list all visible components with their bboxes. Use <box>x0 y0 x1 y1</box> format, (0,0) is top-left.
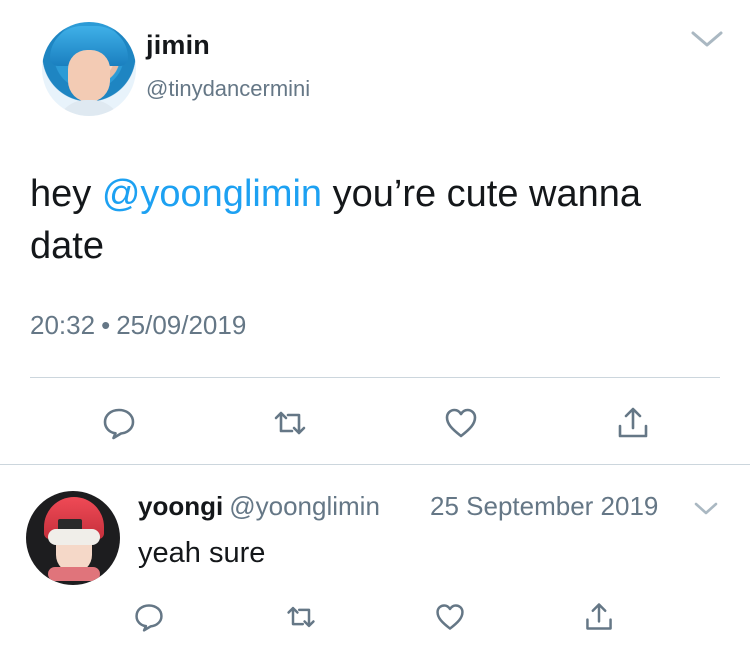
chevron-down-icon[interactable] <box>690 28 724 50</box>
avatar[interactable] <box>42 22 136 116</box>
author-name: yoongi <box>138 491 224 521</box>
reply-tweet[interactable]: yoongi @yoonglimin 25 September 2019 yeah… <box>0 465 750 658</box>
chevron-down-icon[interactable] <box>694 501 718 517</box>
share-icon[interactable] <box>615 405 651 441</box>
meta-separator: • <box>101 310 111 340</box>
retweet-icon[interactable] <box>285 601 317 633</box>
reply-date[interactable]: 25 September 2019 <box>430 491 658 522</box>
divider <box>30 377 720 378</box>
reply-icon[interactable] <box>133 601 165 633</box>
heart-icon[interactable] <box>434 601 466 633</box>
tweet-date: 25/09/2019 <box>116 310 247 340</box>
main-tweet: jimin @tinydancermini hey @yoonglimin yo… <box>0 0 750 464</box>
avatar[interactable] <box>26 491 120 585</box>
tweet-text: hey @yoonglimin you’re cute wanna date <box>30 168 720 272</box>
author-name[interactable]: jimin <box>146 30 210 61</box>
avatar-scarf <box>48 567 100 581</box>
reply-icon[interactable] <box>101 405 137 441</box>
avatar-face <box>68 50 110 102</box>
heart-icon[interactable] <box>443 405 479 441</box>
tweet-time: 20:32 <box>30 310 96 340</box>
tweet-timestamp[interactable]: 20:32 • 25/09/2019 <box>30 310 246 341</box>
share-icon[interactable] <box>583 601 615 633</box>
author-handle: @yoonglimin <box>229 491 380 521</box>
retweet-icon[interactable] <box>272 405 308 441</box>
reply-author[interactable]: yoongi @yoonglimin <box>138 491 380 522</box>
avatar-shirt <box>56 100 122 116</box>
author-handle[interactable]: @tinydancermini <box>146 76 310 102</box>
avatar-hair <box>48 529 100 545</box>
mention-link[interactable]: @yoonglimin <box>102 173 322 215</box>
tweet-text-prefix: hey <box>30 173 102 215</box>
reply-text: yeah sure <box>138 537 266 569</box>
